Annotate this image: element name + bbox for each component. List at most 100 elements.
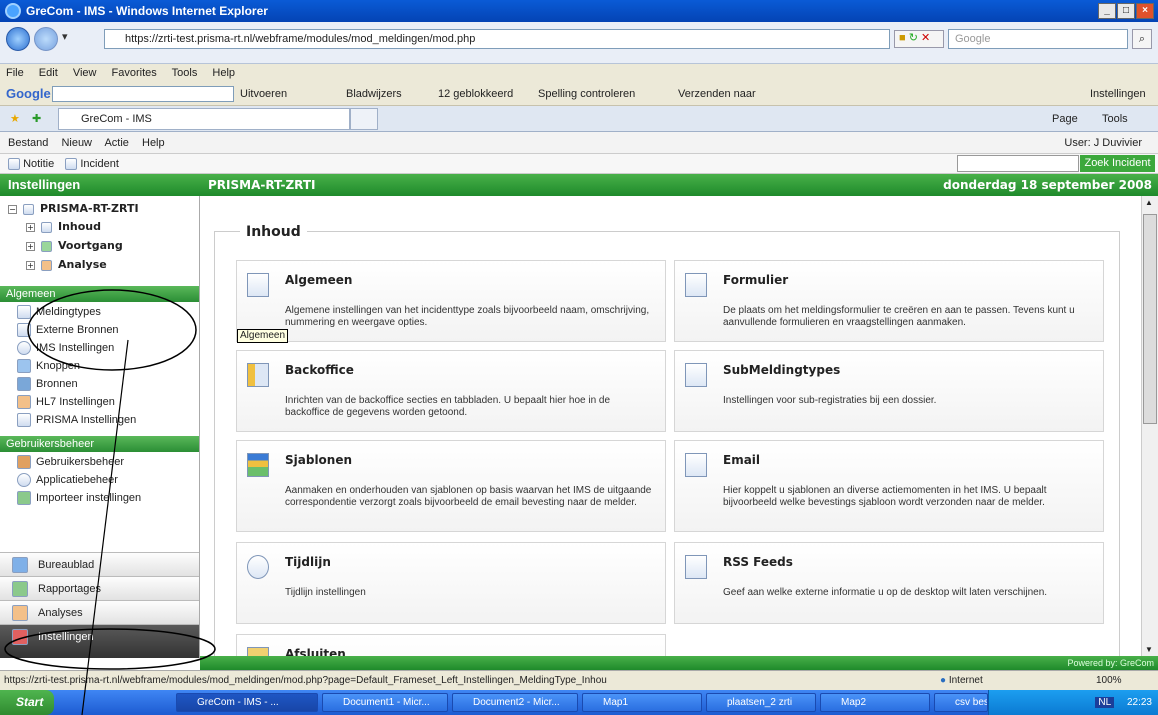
tab-grecom-ims[interactable]: GreCom - IMS — [58, 108, 350, 130]
notitie-button[interactable]: Notitie — [8, 158, 54, 171]
menu-help[interactable]: Help — [212, 67, 235, 79]
menu-favorites[interactable]: Favorites — [112, 67, 157, 79]
toolbar-bookmarks[interactable]: Bladwijzers — [346, 82, 402, 106]
sidebar-item-ims-instellingen[interactable]: IMS Instellingen — [17, 339, 114, 357]
nav-rapportages[interactable]: Rapportages — [0, 576, 199, 600]
back-button[interactable] — [6, 27, 30, 51]
toolbar-settings[interactable]: Instellingen — [1090, 82, 1146, 106]
tree-item-voortgang[interactable]: + Voortgang — [26, 237, 123, 255]
taskbar-btn-plaatsen[interactable]: plaatsen_2 zrti — [706, 693, 816, 712]
taskbar-btn-map2[interactable]: Map2 — [820, 693, 930, 712]
card-title: SubMeldingtypes — [723, 363, 841, 377]
card-algemeen[interactable]: Algemeen Algemene instellingen van het in… — [236, 260, 666, 342]
card-backoffice[interactable]: Backoffice Inrichten van de backoffice se… — [236, 350, 666, 432]
card-desc: Inrichten van de backoffice secties en t… — [285, 395, 611, 418]
app-menu-actie[interactable]: Actie — [104, 137, 128, 149]
toolbar-run[interactable]: Uitvoeren — [240, 82, 287, 106]
taskbar-btn-document2[interactable]: Document2 - Micr... — [452, 693, 578, 712]
address-input[interactable]: https://zrti-test.prisma-rt.nl/webframe/… — [104, 29, 890, 49]
toolbar-blocked[interactable]: 12 geblokkeerd — [438, 82, 513, 106]
card-email[interactable]: Email Hier koppelt u sjablonen an diverse… — [674, 440, 1104, 532]
sidebar-item-externe-bronnen[interactable]: Externe Bronnen — [17, 321, 119, 339]
card-afsluiten[interactable]: Afsluiten — [236, 634, 666, 656]
card-tijdlijn[interactable]: Tijdlijn Tijdlijn instellingen — [236, 542, 666, 624]
app-menu-nieuw[interactable]: Nieuw — [61, 137, 92, 149]
nav-bureaublad[interactable]: Bureaublad — [0, 552, 199, 576]
sidebar-item-knoppen[interactable]: Knoppen — [17, 357, 80, 375]
card-submeldingtypes[interactable]: SubMeldingtypes Instellingen voor sub-reg… — [674, 350, 1104, 432]
nav-instellingen[interactable]: Instellingen — [0, 624, 199, 658]
status-bar: https://zrti-test.prisma-rt.nl/webframe/… — [0, 670, 1158, 690]
sidebar-item-importeer-instellingen[interactable]: Importeer instellingen — [17, 489, 141, 507]
refresh-icon[interactable]: ↻ — [909, 32, 918, 44]
sidebar-item-applicatiebeheer[interactable]: Applicatiebeheer — [17, 471, 118, 489]
address-buttons[interactable]: ■ ↻ ✕ — [894, 30, 944, 48]
minimize-button[interactable]: _ — [1098, 3, 1116, 19]
zoek-incident-button[interactable]: Zoek Incident — [1080, 155, 1155, 172]
expand-icon[interactable]: + — [26, 241, 35, 251]
expand-icon[interactable]: + — [26, 260, 35, 270]
new-tab-button[interactable] — [350, 108, 378, 130]
backoffice-icon — [247, 363, 269, 387]
search-icon[interactable]: ⌕ — [1132, 29, 1152, 49]
collapse-icon[interactable]: − — [8, 204, 17, 214]
menu-edit[interactable]: Edit — [39, 67, 58, 79]
sidebar: − PRISMA-RT-ZRTI + Inhoud + Voortgang + Anal… — [0, 196, 200, 658]
menu-tools[interactable]: Tools — [172, 67, 198, 79]
taskbar-btn-grecom[interactable]: GreCom - IMS - ... — [176, 693, 318, 712]
tree-item-inhoud[interactable]: + Inhoud — [26, 218, 101, 236]
page-menu[interactable]: Page — [1052, 106, 1078, 132]
tree-item-label: Voortgang — [58, 239, 123, 252]
globe-icon: ● — [940, 675, 947, 686]
tools-menu[interactable]: Tools — [1102, 106, 1128, 132]
card-formulier[interactable]: Formulier De plaats om het meldingsformul… — [674, 260, 1104, 342]
menu-file[interactable]: File — [6, 67, 24, 79]
favorites-star-icon[interactable]: ★ — [10, 106, 20, 132]
nav-analyses[interactable]: Analyses — [0, 600, 199, 624]
chart-icon — [12, 581, 28, 597]
sidebar-item-label: Bronnen — [36, 378, 78, 390]
toolbar-send[interactable]: Verzenden naar — [678, 82, 756, 106]
content-scrollbar[interactable]: ▲ ▼ — [1141, 196, 1158, 656]
date-label: donderdag 18 september 2008 — [943, 178, 1152, 192]
tab-row: ★ ✚ GreCom - IMS Page Tools — [0, 106, 1158, 132]
section-header-algemeen: Algemeen — [0, 286, 199, 302]
scroll-down-icon[interactable]: ▼ — [1145, 645, 1153, 654]
incident-icon — [65, 158, 78, 171]
stop-icon[interactable]: ✕ — [921, 32, 930, 44]
search-input[interactable]: Google — [948, 29, 1128, 49]
start-button[interactable]: Start — [0, 690, 54, 715]
status-url: https://zrti-test.prisma-rt.nl/webframe/… — [4, 675, 607, 686]
sidebar-item-hl7-instellingen[interactable]: HL7 Instellingen — [17, 393, 115, 411]
sidebar-item-meldingtypes[interactable]: Meldingtypes — [17, 303, 101, 321]
sidebar-item-bronnen[interactable]: Bronnen — [17, 375, 78, 393]
app-menu-bestand[interactable]: Bestand — [8, 137, 48, 149]
app-menu-help[interactable]: Help — [142, 137, 165, 149]
menu-view[interactable]: View — [73, 67, 97, 79]
forward-button[interactable] — [34, 27, 58, 51]
meldingtypes-icon — [17, 305, 31, 319]
toolbar-spelling[interactable]: Spelling controleren — [538, 82, 635, 106]
maximize-button[interactable]: □ — [1117, 3, 1135, 19]
add-favorite-icon[interactable]: ✚ — [32, 106, 41, 132]
card-sjablonen[interactable]: Sjablonen Aanmaken en onderhouden van sja… — [236, 440, 666, 532]
taskbar-btn-csv[interactable]: csv bestand — [934, 693, 988, 712]
tree-root[interactable]: − PRISMA-RT-ZRTI — [8, 200, 139, 218]
card-rss-feeds[interactable]: RSS Feeds Geef aan welke externe informat… — [674, 542, 1104, 624]
tree-item-analyse[interactable]: + Analyse — [26, 256, 107, 274]
sidebar-item-prisma-instellingen[interactable]: PRISMA Instellingen — [17, 411, 136, 429]
expand-icon[interactable]: + — [26, 222, 35, 232]
scroll-thumb[interactable] — [1143, 214, 1157, 424]
scroll-up-icon[interactable]: ▲ — [1145, 198, 1153, 207]
card-desc: Geef aan welke externe informatie u op d… — [723, 587, 1048, 598]
history-dropdown-icon[interactable]: ▾ — [62, 30, 68, 43]
taskbar-btn-map1[interactable]: Map1 — [582, 693, 702, 712]
sidebar-item-gebruikersbeheer[interactable]: Gebruikersbeheer — [17, 453, 124, 471]
incident-search-input[interactable] — [957, 155, 1079, 172]
taskbar-btn-document1[interactable]: Document1 - Micr... — [322, 693, 448, 712]
incident-button[interactable]: Incident — [65, 158, 119, 171]
zoom-level[interactable]: 100% — [1096, 671, 1122, 691]
close-button[interactable]: × — [1136, 3, 1154, 19]
language-indicator[interactable]: NL — [1095, 697, 1115, 708]
google-search-input[interactable] — [52, 86, 234, 102]
